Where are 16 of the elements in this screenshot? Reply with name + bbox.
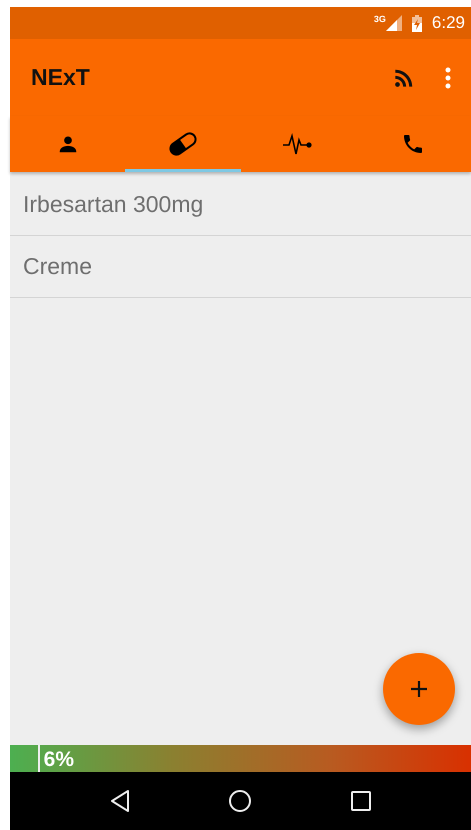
battery-icon bbox=[412, 14, 422, 32]
network-label: 3G bbox=[374, 14, 386, 24]
meter-reading: 6% bbox=[44, 748, 74, 772]
plus-icon bbox=[410, 680, 428, 698]
recents-icon[interactable] bbox=[350, 790, 372, 812]
app-title: NExT bbox=[31, 64, 91, 91]
pill-icon bbox=[166, 131, 199, 157]
clock: 6:29 bbox=[432, 13, 465, 33]
more-icon[interactable] bbox=[445, 66, 451, 88]
back-icon[interactable] bbox=[108, 789, 131, 813]
add-button[interactable] bbox=[383, 653, 455, 725]
heartbeat-icon bbox=[283, 133, 314, 155]
list-item[interactable]: Irbesartan 300mg bbox=[10, 174, 471, 236]
list-item[interactable]: Creme bbox=[10, 236, 471, 298]
home-icon[interactable] bbox=[228, 789, 252, 813]
signal-icon bbox=[386, 15, 402, 31]
